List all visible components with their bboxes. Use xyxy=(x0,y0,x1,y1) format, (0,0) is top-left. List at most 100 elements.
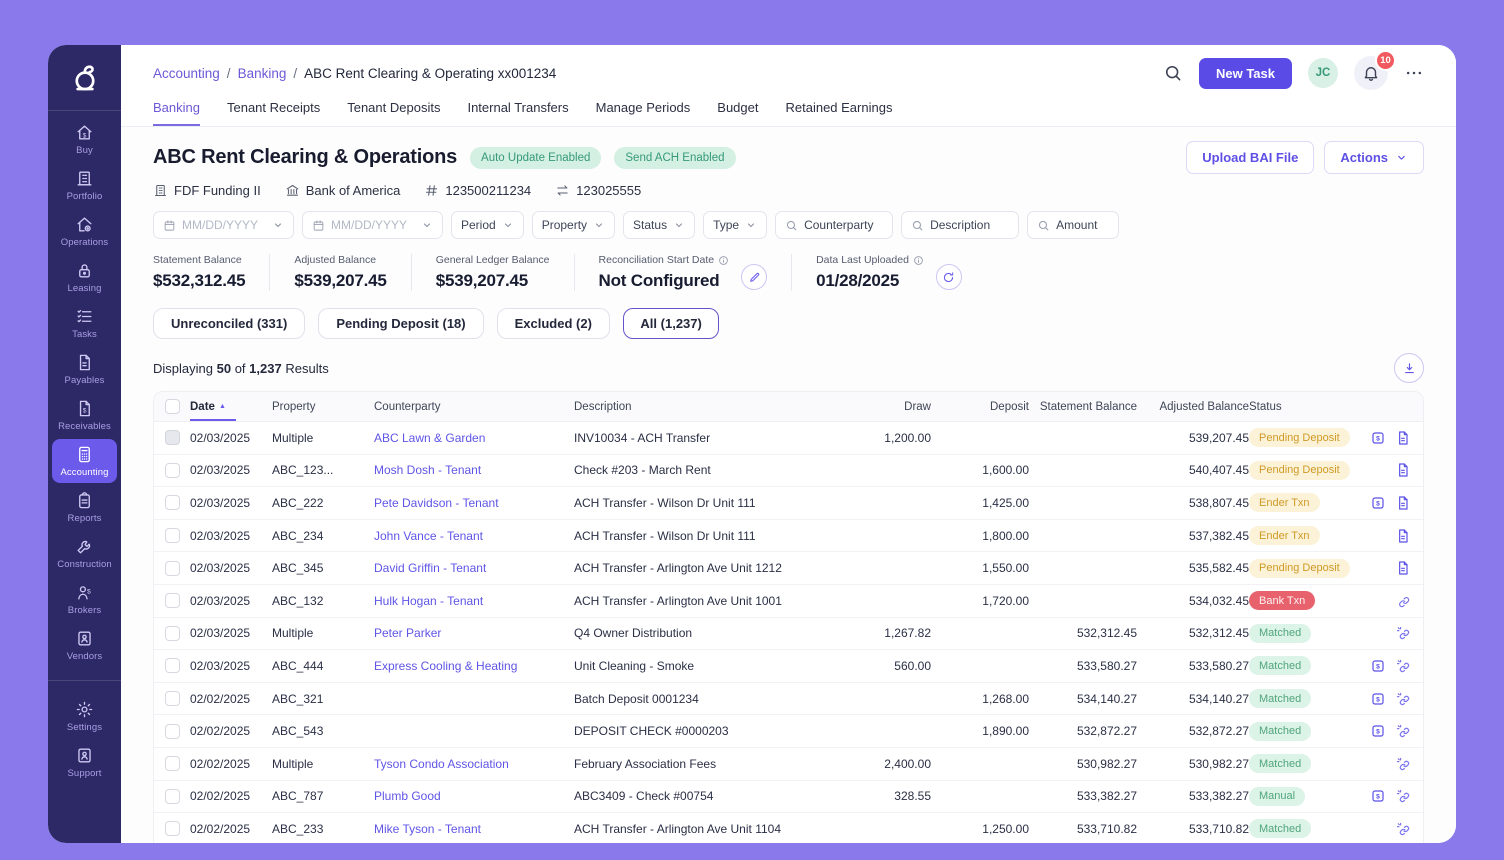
column-header-description[interactable]: Description xyxy=(574,392,831,421)
unlink-icon[interactable] xyxy=(1395,625,1411,641)
sidebar-item-brokers[interactable]: $Brokers xyxy=(52,577,117,621)
new-task-button[interactable]: New Task xyxy=(1199,58,1292,89)
unlink-icon[interactable] xyxy=(1395,658,1411,674)
cell-counterparty-link[interactable]: Hulk Hogan - Tenant xyxy=(374,585,574,617)
filter-dropdown-type[interactable]: Type xyxy=(703,211,767,239)
actions-dropdown-button[interactable]: Actions xyxy=(1324,141,1424,174)
date-from-input[interactable]: MM/DD/YYYY xyxy=(153,211,294,239)
sidebar-item-leasing[interactable]: Leasing xyxy=(52,255,117,299)
download-button[interactable] xyxy=(1394,353,1424,383)
sidebar-item-receivables[interactable]: $Receivables xyxy=(52,393,117,437)
cell-counterparty-link[interactable]: Express Cooling & Heating xyxy=(374,650,574,682)
sidebar-item-vendors[interactable]: Vendors xyxy=(52,623,117,667)
banknote-icon[interactable]: $ xyxy=(1370,658,1386,674)
select-all-checkbox[interactable] xyxy=(165,399,180,414)
sidebar-item-portfolio[interactable]: Portfolio xyxy=(52,163,117,207)
filter-dropdown-property[interactable]: Property xyxy=(532,211,615,239)
document-icon[interactable] xyxy=(1395,528,1411,544)
row-checkbox[interactable] xyxy=(165,528,180,543)
row-checkbox[interactable] xyxy=(165,626,180,641)
sidebar-item-support[interactable]: Support xyxy=(52,740,117,784)
gear-icon xyxy=(75,700,94,719)
tab-internal-transfers[interactable]: Internal Transfers xyxy=(467,100,568,126)
tab-budget[interactable]: Budget xyxy=(717,100,758,126)
pill-excluded-2[interactable]: Excluded (2) xyxy=(497,308,610,339)
row-checkbox[interactable] xyxy=(165,789,180,804)
unlink-icon[interactable] xyxy=(1395,756,1411,772)
column-header-draw[interactable]: Draw xyxy=(831,392,931,421)
document-icon[interactable] xyxy=(1395,462,1411,478)
avatar[interactable]: JC xyxy=(1308,58,1338,88)
breadcrumb-banking[interactable]: Banking xyxy=(238,66,287,81)
cell-counterparty-link[interactable]: David Griffin - Tenant xyxy=(374,552,574,584)
filter-dropdown-status[interactable]: Status xyxy=(623,211,695,239)
row-checkbox[interactable] xyxy=(165,724,180,739)
refresh-button[interactable] xyxy=(936,264,962,290)
sidebar-item-operations[interactable]: Operations xyxy=(52,209,117,253)
pill-pending-deposit-18[interactable]: Pending Deposit (18) xyxy=(318,308,483,339)
sidebar-item-tasks[interactable]: Tasks xyxy=(52,301,117,345)
row-checkbox[interactable] xyxy=(165,561,180,576)
document-icon[interactable] xyxy=(1395,495,1411,511)
sidebar-item-accounting[interactable]: Accounting xyxy=(52,439,117,483)
cell-counterparty-link[interactable]: Tyson Condo Association xyxy=(374,748,574,780)
row-checkbox[interactable] xyxy=(165,658,180,673)
edit-button[interactable] xyxy=(741,264,767,290)
unlink-icon[interactable] xyxy=(1395,691,1411,707)
search-icon[interactable] xyxy=(1163,63,1183,83)
pill-unreconciled-331[interactable]: Unreconciled (331) xyxy=(153,308,305,339)
sidebar-item-buy[interactable]: $Buy xyxy=(52,117,117,161)
app-logo[interactable] xyxy=(48,45,121,111)
row-checkbox[interactable] xyxy=(165,463,180,478)
breadcrumb-accounting[interactable]: Accounting xyxy=(153,66,220,81)
row-checkbox[interactable] xyxy=(165,821,180,836)
sidebar-item-settings[interactable]: Settings xyxy=(52,694,117,738)
link-icon[interactable] xyxy=(1395,593,1411,609)
cell-counterparty-link[interactable]: John Vance - Tenant xyxy=(374,520,574,552)
pill-all-1-237[interactable]: All (1,237) xyxy=(623,308,719,339)
row-checkbox[interactable] xyxy=(165,495,180,510)
cell-counterparty-link[interactable]: Mosh Dosh - Tenant xyxy=(374,455,574,487)
filter-search-counterparty[interactable]: Counterparty xyxy=(775,211,893,239)
column-header-deposit[interactable]: Deposit xyxy=(931,392,1029,421)
unlink-icon[interactable] xyxy=(1395,723,1411,739)
column-header-property[interactable]: Property xyxy=(272,392,374,421)
tab-retained-earnings[interactable]: Retained Earnings xyxy=(785,100,892,126)
upload-bai-file-button[interactable]: Upload BAI File xyxy=(1186,141,1314,174)
banknote-icon[interactable]: $ xyxy=(1370,430,1386,446)
row-checkbox[interactable] xyxy=(165,593,180,608)
tab-banking[interactable]: Banking xyxy=(153,100,200,126)
tab-manage-periods[interactable]: Manage Periods xyxy=(596,100,691,126)
row-checkbox[interactable] xyxy=(165,691,180,706)
document-icon[interactable] xyxy=(1395,430,1411,446)
banknote-icon[interactable]: $ xyxy=(1370,691,1386,707)
sidebar-item-reports[interactable]: Reports xyxy=(52,485,117,529)
filter-dropdown-period[interactable]: Period xyxy=(451,211,524,239)
unlink-icon[interactable] xyxy=(1395,821,1411,837)
column-header-adjusted-balance[interactable]: Adjusted Balance xyxy=(1137,392,1249,421)
column-header-date[interactable]: Date▲ xyxy=(190,392,272,421)
column-header-status[interactable]: Status xyxy=(1249,392,1367,421)
cell-counterparty-link[interactable]: Mike Tyson - Tenant xyxy=(374,813,574,843)
cell-counterparty-link[interactable]: Plumb Good xyxy=(374,781,574,813)
cell-counterparty-link[interactable]: Pete Davidson - Tenant xyxy=(374,487,574,519)
unlink-icon[interactable] xyxy=(1395,788,1411,804)
filter-search-amount[interactable]: Amount xyxy=(1027,211,1119,239)
tab-tenant-deposits[interactable]: Tenant Deposits xyxy=(347,100,440,126)
sidebar-item-construction[interactable]: Construction xyxy=(52,531,117,575)
cell-counterparty-link[interactable]: Peter Parker xyxy=(374,618,574,650)
row-checkbox[interactable] xyxy=(165,756,180,771)
column-header-statement-balance[interactable]: Statement Balance xyxy=(1029,392,1137,421)
document-icon[interactable] xyxy=(1395,560,1411,576)
banknote-icon[interactable]: $ xyxy=(1370,788,1386,804)
cell-counterparty-link[interactable]: ABC Lawn & Garden xyxy=(374,422,574,454)
column-header-counterparty[interactable]: Counterparty xyxy=(374,392,574,421)
more-menu-icon[interactable] xyxy=(1404,63,1424,83)
sidebar-item-payables[interactable]: Payables xyxy=(52,347,117,391)
banknote-icon[interactable]: $ xyxy=(1370,495,1386,511)
date-to-input[interactable]: MM/DD/YYYY xyxy=(302,211,443,239)
notifications-button[interactable]: 10 xyxy=(1354,56,1388,90)
banknote-icon[interactable]: $ xyxy=(1370,723,1386,739)
tab-tenant-receipts[interactable]: Tenant Receipts xyxy=(227,100,320,126)
filter-search-description[interactable]: Description xyxy=(901,211,1019,239)
